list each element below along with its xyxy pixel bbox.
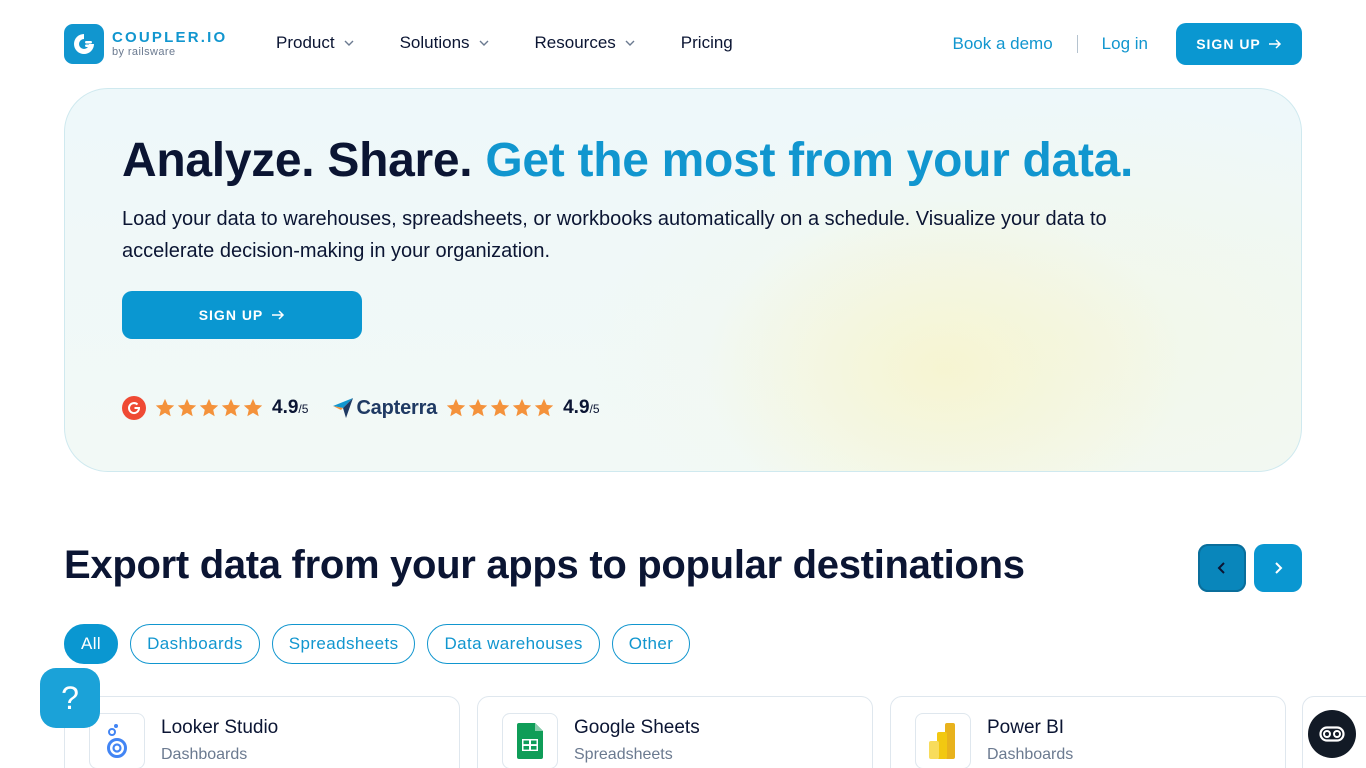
power-bi-icon — [915, 713, 971, 768]
star-icon — [490, 398, 510, 417]
site-header: COUPLER.IO by railsware Product Solution… — [0, 0, 1366, 88]
rating-max: /5 — [589, 402, 600, 416]
accessibility-button[interactable] — [1308, 710, 1356, 758]
coupler-logo[interactable]: COUPLER.IO by railsware — [64, 24, 227, 64]
star-icon — [177, 398, 197, 417]
filter-chip-all[interactable]: All — [64, 624, 119, 664]
signup-button-hero[interactable]: SIGN UP — [122, 291, 362, 339]
nav-item-label: Pricing — [680, 33, 733, 52]
star-icon — [512, 398, 532, 417]
chevron-down-icon — [625, 40, 635, 46]
help-button[interactable]: ? — [40, 668, 100, 728]
question-mark-icon: ? — [61, 680, 79, 716]
brand-sub: by railsware — [112, 45, 176, 58]
chevron-right-icon — [1275, 562, 1283, 574]
star-rating — [445, 397, 555, 419]
carousel-next-button[interactable] — [1254, 544, 1302, 592]
nav-item-pricing[interactable]: Pricing — [681, 33, 733, 53]
nav-item-label: Resources — [534, 33, 616, 52]
filter-chips: All Dashboards Spreadsheets Data warehou… — [64, 624, 702, 664]
hero-banner: Analyze. Share. Get the most from your d… — [64, 88, 1302, 472]
rating-score: 4.9/5 — [272, 397, 309, 418]
signup-button-header[interactable]: SIGN UP — [1176, 23, 1302, 65]
filter-chip-dashboards[interactable]: Dashboards — [130, 624, 260, 664]
destination-card-power-bi[interactable]: Power BI Dashboards — [890, 696, 1286, 768]
g2-logo-icon — [122, 396, 146, 420]
hero-title-accent: Get the most from your data. — [485, 134, 1134, 187]
filter-chip-data-warehouses[interactable]: Data warehouses — [427, 624, 600, 664]
header-divider — [1076, 35, 1078, 53]
nav-item-label: Product — [276, 33, 335, 52]
card-title: Looker Studio — [161, 717, 279, 738]
login-link[interactable]: Log in — [1102, 34, 1148, 54]
star-icon — [468, 398, 488, 417]
signup-button-label: SIGN UP — [198, 307, 264, 323]
destination-card-google-sheets[interactable]: Google Sheets Spreadsheets — [477, 696, 873, 768]
card-title: Google Sheets — [574, 717, 700, 738]
filter-chip-other[interactable]: Other — [611, 624, 691, 664]
main-nav: Product Solutions Resources Pricing — [276, 33, 779, 53]
nav-item-product[interactable]: Product — [276, 33, 354, 53]
star-icon — [155, 398, 175, 417]
hero-title-dark: Analyze. Share. — [122, 134, 473, 187]
capterra-name: Capterra — [356, 396, 438, 419]
card-category: Dashboards — [987, 746, 1074, 763]
section-title: Export data from your apps to popular de… — [64, 543, 1025, 587]
star-rating — [154, 397, 264, 419]
book-demo-link[interactable]: Book a demo — [952, 34, 1052, 54]
accessibility-icon — [1319, 726, 1345, 742]
card-title: Power BI — [987, 717, 1065, 738]
filter-chip-spreadsheets[interactable]: Spreadsheets — [271, 624, 416, 664]
looker-studio-icon — [89, 713, 145, 768]
ratings-row: 4.9/5 Capterra 4.9/5 — [122, 396, 600, 420]
carousel-prev-button[interactable] — [1198, 544, 1246, 592]
arrow-right-icon — [1268, 39, 1281, 49]
header-actions: Book a demo Log in SIGN UP — [952, 23, 1302, 65]
capterra-logo-icon — [333, 398, 354, 418]
hero-title: Analyze. Share. Get the most from your d… — [122, 133, 1133, 188]
g2-rating: 4.9/5 — [122, 396, 308, 420]
star-icon — [221, 398, 241, 417]
star-icon — [243, 398, 263, 417]
star-icon — [199, 398, 219, 417]
card-category: Dashboards — [161, 746, 248, 763]
nav-item-label: Solutions — [399, 33, 470, 52]
nav-item-solutions[interactable]: Solutions — [400, 33, 489, 53]
coupler-logo-icon — [64, 24, 104, 64]
chevron-down-icon — [479, 40, 489, 46]
hero-description: Load your data to warehouses, spreadshee… — [122, 208, 1107, 262]
arrow-right-icon — [272, 310, 285, 320]
capterra-rating: Capterra 4.9/5 — [332, 396, 600, 420]
destination-card-looker-studio[interactable]: Looker Studio Dashboards — [64, 696, 460, 768]
nav-item-resources[interactable]: Resources — [535, 33, 635, 53]
rating-score: 4.9/5 — [563, 397, 600, 418]
rating-max: /5 — [298, 402, 309, 416]
signup-button-label: SIGN UP — [1196, 36, 1261, 52]
star-icon — [446, 398, 466, 417]
card-category: Spreadsheets — [574, 746, 673, 763]
star-icon — [534, 398, 554, 417]
chevron-down-icon — [344, 40, 354, 46]
google-sheets-icon — [502, 713, 558, 768]
brand-name: COUPLER.IO — [112, 28, 228, 46]
chevron-left-icon — [1217, 562, 1225, 574]
